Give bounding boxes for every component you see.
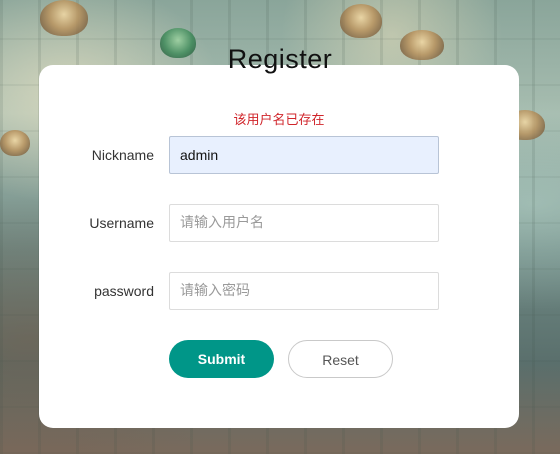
submit-button[interactable]: Submit (169, 340, 274, 378)
reset-button[interactable]: Reset (288, 340, 393, 378)
username-row: Username (39, 204, 519, 242)
nickname-row: Nickname (39, 136, 519, 174)
password-row: password (39, 272, 519, 310)
password-input[interactable] (169, 272, 439, 310)
username-input[interactable] (169, 204, 439, 242)
nickname-input[interactable] (169, 136, 439, 174)
hanging-lamp-decoration (340, 4, 382, 38)
error-message: 该用户名已存在 (233, 113, 325, 128)
page-title: Register (227, 44, 333, 74)
hanging-lamp-decoration (0, 130, 30, 156)
register-card: 该用户名已存在 Nickname Username password Submi… (39, 65, 519, 428)
password-label: password (94, 283, 154, 299)
username-label: Username (89, 215, 154, 231)
nickname-label: Nickname (91, 147, 154, 163)
hanging-lamp-decoration (40, 0, 88, 36)
